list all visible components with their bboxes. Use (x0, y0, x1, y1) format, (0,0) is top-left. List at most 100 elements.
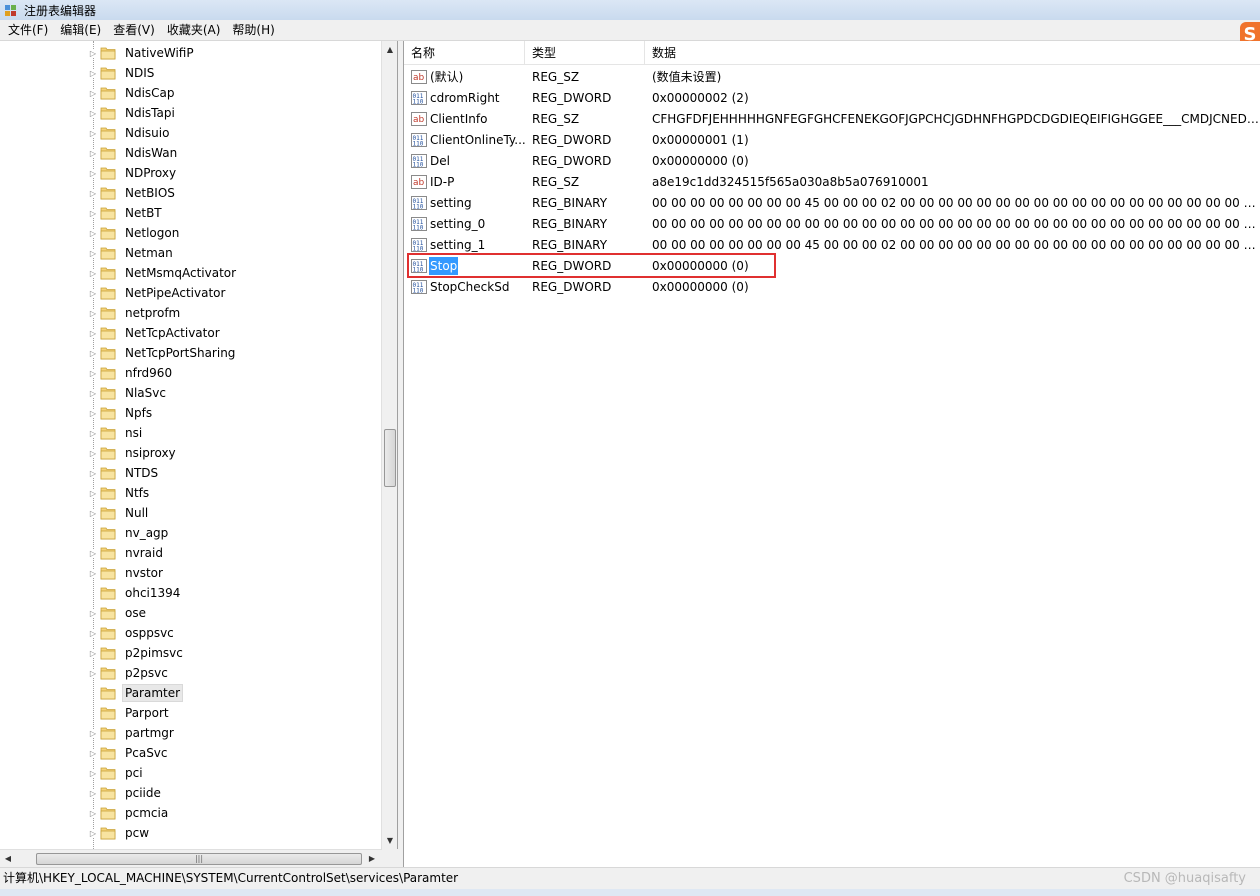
tree-item[interactable]: ohci1394 (88, 583, 183, 603)
expand-arrow-icon[interactable]: ▷ (88, 108, 98, 118)
tree-item[interactable]: ▷ nsi (88, 423, 145, 443)
expand-arrow-icon[interactable]: ▷ (88, 448, 98, 458)
tree-item[interactable]: ▷ Netman (88, 243, 176, 263)
tree-item[interactable]: ▷ NTDS (88, 463, 161, 483)
column-header-data[interactable]: 数据 (645, 41, 1260, 65)
tree-item[interactable]: ▷ NDIS (88, 63, 157, 83)
expand-arrow-icon[interactable]: ▷ (88, 68, 98, 78)
expand-arrow-icon[interactable]: ▷ (88, 308, 98, 318)
tree-item[interactable]: ▷ Ndisuio (88, 123, 172, 143)
expand-arrow-icon[interactable]: ▷ (88, 288, 98, 298)
tree-item[interactable]: ▷ NetBIOS (88, 183, 178, 203)
value-row[interactable]: 011 110 StopCheckSd REG_DWORD 0x00000000 (0) (404, 276, 1260, 297)
menu-file[interactable]: 文件(F) (2, 20, 54, 41)
expand-arrow-icon[interactable]: ▷ (88, 368, 98, 378)
expand-arrow-icon[interactable]: ▷ (88, 508, 98, 518)
value-row[interactable]: 011 110 setting REG_BINARY 00 00 00 00 00 00… (404, 192, 1260, 213)
tree-horizontal-scrollbar[interactable]: ◀ ||| ▶ (0, 849, 382, 867)
tree-vertical-scrollbar[interactable]: ▲ ▼ (381, 41, 397, 849)
menu-edit[interactable]: 编辑(E) (54, 20, 107, 41)
expand-arrow-icon[interactable]: ▷ (88, 248, 98, 258)
tree-item[interactable]: ▷ NetPipeActivator (88, 283, 228, 303)
expand-arrow-icon[interactable]: ▷ (88, 428, 98, 438)
expand-arrow-icon[interactable]: ▷ (88, 788, 98, 798)
tree-item[interactable]: Paramter (88, 683, 184, 703)
expand-arrow-icon[interactable]: ▷ (88, 328, 98, 338)
tree-item[interactable]: ▷ PcaSvc (88, 743, 171, 763)
value-row[interactable]: 011 110 cdromRight REG_DWORD 0x00000002 (2) (404, 87, 1260, 108)
menu-favorites[interactable]: 收藏夹(A) (161, 20, 227, 41)
tree-item[interactable]: ▷ Null (88, 503, 151, 523)
tree-item[interactable]: ▷ Ntfs (88, 483, 152, 503)
expand-arrow-icon[interactable]: ▷ (88, 748, 98, 758)
expand-arrow-icon[interactable]: ▷ (88, 408, 98, 418)
tree-item[interactable]: ▷ nvraid (88, 543, 166, 563)
tree-item[interactable]: nv_agp (88, 523, 171, 543)
tree-item[interactable]: ▷ NetMsmqActivator (88, 263, 239, 283)
tree-hscroll-thumb[interactable]: ||| (36, 853, 362, 865)
value-row[interactable]: 011 110 Del REG_DWORD 0x00000000 (0) (404, 150, 1260, 171)
menu-view[interactable]: 查看(V) (107, 20, 161, 41)
expand-arrow-icon[interactable]: ▷ (88, 828, 98, 838)
tree-item[interactable]: ▷ nsiproxy (88, 443, 179, 463)
tree-item[interactable]: ▷ partmgr (88, 723, 177, 743)
tree-item[interactable]: ▷ NativeWifiP (88, 43, 197, 63)
tree-item[interactable]: ▷ nvstor (88, 563, 166, 583)
tree-item[interactable]: Parport (88, 703, 172, 723)
expand-arrow-icon[interactable]: ▷ (88, 168, 98, 178)
expand-arrow-icon[interactable]: ▷ (88, 48, 98, 58)
tree-vscroll-thumb[interactable] (384, 429, 396, 487)
value-row[interactable]: 011 110 ClientOnlineTy... REG_DWORD 0x000000… (404, 129, 1260, 150)
expand-arrow-icon[interactable]: ▷ (88, 128, 98, 138)
value-row[interactable]: ab ID-P REG_SZ a8e19c1dd324515f565a030a8b5a… (404, 171, 1260, 192)
expand-arrow-icon[interactable]: ▷ (88, 808, 98, 818)
expand-arrow-icon[interactable]: ▷ (88, 568, 98, 578)
expand-arrow-icon[interactable]: ▷ (88, 768, 98, 778)
scroll-left-icon[interactable]: ◀ (0, 850, 16, 867)
tree-item[interactable]: ▷ Npfs (88, 403, 155, 423)
tree-item[interactable]: ▷ osppsvc (88, 623, 177, 643)
value-row[interactable]: 011 110 setting_0 REG_BINARY 00 00 00 00 00 … (404, 213, 1260, 234)
expand-arrow-icon[interactable]: ▷ (88, 488, 98, 498)
tree-item[interactable]: ▷ p2pimsvc (88, 643, 186, 663)
tree-item[interactable]: ▷ NetTcpActivator (88, 323, 223, 343)
expand-arrow-icon[interactable]: ▷ (88, 388, 98, 398)
expand-arrow-icon[interactable]: ▷ (88, 228, 98, 238)
tree-item[interactable]: ▷ NdisTapi (88, 103, 178, 123)
tree-item[interactable]: ▷ ose (88, 603, 149, 623)
expand-arrow-icon[interactable]: ▷ (88, 148, 98, 158)
tree-item[interactable]: ▷ nfrd960 (88, 363, 175, 383)
tree-item[interactable]: ▷ p2psvc (88, 663, 171, 683)
tree-item[interactable]: ▷ NetTcpPortSharing (88, 343, 238, 363)
scroll-right-icon[interactable]: ▶ (364, 850, 380, 867)
tree-item[interactable]: ▷ netprofm (88, 303, 183, 323)
expand-arrow-icon[interactable]: ▷ (88, 548, 98, 558)
tree-item[interactable]: ▷ NetBT (88, 203, 165, 223)
tree-item[interactable]: ▷ pciide (88, 783, 164, 803)
expand-arrow-icon[interactable]: ▷ (88, 628, 98, 638)
column-header-name[interactable]: 名称 (404, 41, 525, 65)
tree-item[interactable]: ▷ pcw (88, 823, 152, 843)
expand-arrow-icon[interactable]: ▷ (88, 468, 98, 478)
tree-item[interactable]: ▷ NdisWan (88, 143, 180, 163)
scroll-up-icon[interactable]: ▲ (382, 41, 398, 58)
expand-arrow-icon[interactable]: ▷ (88, 188, 98, 198)
value-row[interactable]: 011 110 setting_1 REG_BINARY 00 00 00 00 00 … (404, 234, 1260, 255)
tree-item[interactable]: ▷ pci (88, 763, 146, 783)
expand-arrow-icon[interactable]: ▷ (88, 668, 98, 678)
tree-item[interactable]: ▷ pcmcia (88, 803, 171, 823)
tree-item[interactable]: ▷ NDProxy (88, 163, 179, 183)
expand-arrow-icon[interactable]: ▷ (88, 268, 98, 278)
column-header-type[interactable]: 类型 (525, 41, 645, 65)
expand-arrow-icon[interactable]: ▷ (88, 348, 98, 358)
menu-help[interactable]: 帮助(H) (226, 20, 280, 41)
value-row[interactable]: ab ClientInfo REG_SZ CFHGFDFJEHHHHHGNFEGFGH… (404, 108, 1260, 129)
expand-arrow-icon[interactable]: ▷ (88, 88, 98, 98)
scroll-down-icon[interactable]: ▼ (382, 832, 398, 849)
tree-item[interactable]: ▷ NdisCap (88, 83, 178, 103)
value-row[interactable]: ab (默认) REG_SZ (数值未设置) (404, 66, 1260, 87)
expand-arrow-icon[interactable]: ▷ (88, 728, 98, 738)
tree-item[interactable]: ▷ NlaSvc (88, 383, 169, 403)
expand-arrow-icon[interactable]: ▷ (88, 648, 98, 658)
tree-item[interactable]: ▷ Netlogon (88, 223, 182, 243)
